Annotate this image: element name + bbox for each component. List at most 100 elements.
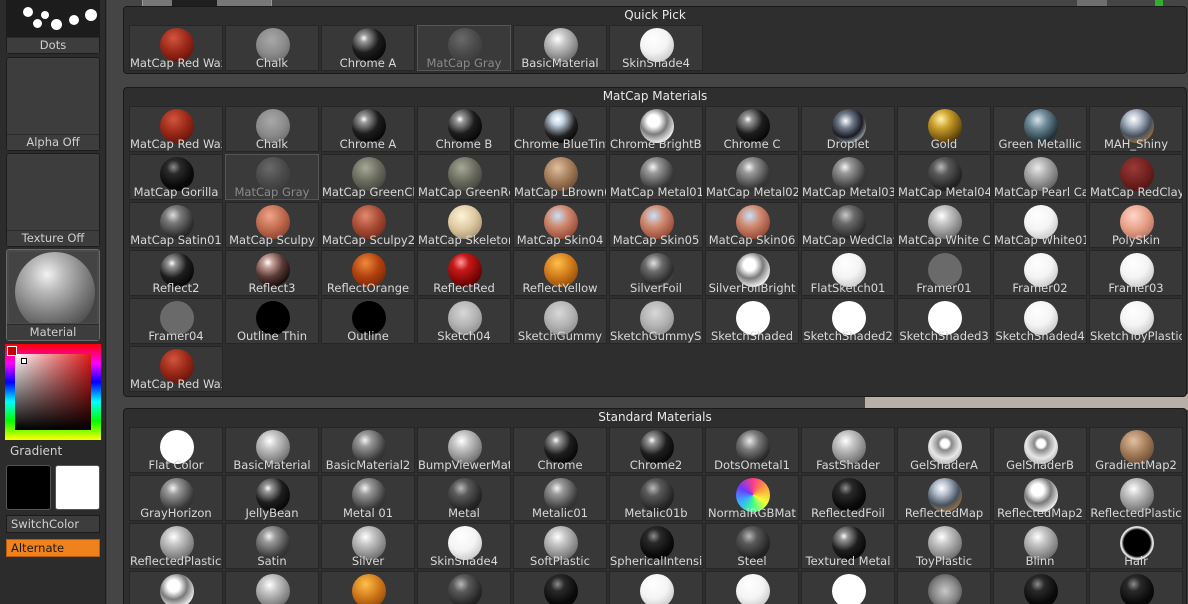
matcap-material-tile[interactable]: SilverFoilBright: [705, 250, 799, 296]
standard-material-tile[interactable]: Hair: [1089, 523, 1183, 569]
standard-material-tile[interactable]: Chrome2: [609, 427, 703, 473]
matcap-material-tile[interactable]: ReflectOrange: [321, 250, 415, 296]
standard-material-tile[interactable]: [513, 571, 607, 604]
matcap-material-tile[interactable]: MatCap Gorilla: [129, 154, 223, 200]
matcap-material-tile[interactable]: Chalk: [225, 106, 319, 152]
matcap-material-tile[interactable]: MatCap Metal02: [705, 154, 799, 200]
matcap-material-tile[interactable]: SketchToyPlastic: [1089, 298, 1183, 344]
matcap-material-tile[interactable]: Gold: [897, 106, 991, 152]
standard-material-tile[interactable]: Satin: [225, 523, 319, 569]
color-picker[interactable]: [5, 344, 101, 440]
standard-material-tile[interactable]: [993, 571, 1087, 604]
quick-pick-material-tile[interactable]: MatCap Gray: [417, 25, 511, 71]
standard-material-tile[interactable]: NormalRGBMat: [705, 475, 799, 521]
matcap-material-tile[interactable]: MAH_Shiny: [1089, 106, 1183, 152]
matcap-material-tile[interactable]: Framer04: [129, 298, 223, 344]
matcap-material-tile[interactable]: Outline Thin: [225, 298, 319, 344]
matcap-material-tile[interactable]: SketchGummy: [513, 298, 607, 344]
standard-material-tile[interactable]: BasicMaterial: [225, 427, 319, 473]
matcap-material-tile[interactable]: Reflect2: [129, 250, 223, 296]
matcap-material-tile[interactable]: Droplet: [801, 106, 895, 152]
standard-material-tile[interactable]: GrayHorizon: [129, 475, 223, 521]
standard-material-tile[interactable]: [1089, 571, 1183, 604]
matcap-material-tile[interactable]: MatCap RedClay: [1089, 154, 1183, 200]
standard-material-tile[interactable]: Blinn: [993, 523, 1087, 569]
quick-pick-material-tile[interactable]: BasicMaterial: [513, 25, 607, 71]
standard-material-tile[interactable]: ReflectedPlastic: [1089, 475, 1183, 521]
matcap-material-tile[interactable]: MatCap Skin05: [609, 202, 703, 248]
matcap-material-tile[interactable]: Chrome BrightBl: [609, 106, 703, 152]
material-button[interactable]: Material: [6, 249, 100, 341]
gradient-label[interactable]: Gradient: [10, 444, 62, 458]
main-color-swatch[interactable]: [6, 465, 51, 510]
standard-material-tile[interactable]: [129, 571, 223, 604]
matcap-material-tile[interactable]: Chrome A: [321, 106, 415, 152]
standard-material-tile[interactable]: SkinShade4: [417, 523, 511, 569]
standard-material-tile[interactable]: [225, 571, 319, 604]
matcap-material-tile[interactable]: FlatSketch01: [801, 250, 895, 296]
standard-material-tile[interactable]: FastShader: [801, 427, 895, 473]
matcap-material-tile[interactable]: Chrome BlueTint: [513, 106, 607, 152]
standard-material-tile[interactable]: [705, 571, 799, 604]
standard-material-tile[interactable]: BasicMaterial2: [321, 427, 415, 473]
matcap-material-tile[interactable]: MatCap Satin01: [129, 202, 223, 248]
standard-material-tile[interactable]: ReflectedMap2: [993, 475, 1087, 521]
matcap-material-tile[interactable]: Sketch04: [417, 298, 511, 344]
standard-material-tile[interactable]: Metalic01b: [609, 475, 703, 521]
matcap-material-tile[interactable]: MatCap Skin06: [705, 202, 799, 248]
matcap-material-tile[interactable]: MatCap Metal01: [609, 154, 703, 200]
matcap-material-tile[interactable]: MatCap Metal03: [801, 154, 895, 200]
switchcolor-button[interactable]: SwitchColor: [6, 515, 100, 533]
standard-material-tile[interactable]: ReflectedMap: [897, 475, 991, 521]
matcap-material-tile[interactable]: SketchShaded: [705, 298, 799, 344]
quick-pick-material-tile[interactable]: Chrome A: [321, 25, 415, 71]
matcap-material-tile[interactable]: Outline: [321, 298, 415, 344]
matcap-material-tile[interactable]: Chrome B: [417, 106, 511, 152]
secondary-color-swatch[interactable]: [55, 465, 100, 510]
matcap-material-tile[interactable]: Green Metallic: [993, 106, 1087, 152]
matcap-material-tile[interactable]: ReflectYellow: [513, 250, 607, 296]
matcap-material-tile[interactable]: Framer02: [993, 250, 1087, 296]
matcap-material-tile[interactable]: Reflect3: [225, 250, 319, 296]
standard-material-tile[interactable]: GelShaderB: [993, 427, 1087, 473]
standard-material-tile[interactable]: ToyPlastic: [897, 523, 991, 569]
standard-material-tile[interactable]: [417, 571, 511, 604]
matcap-material-tile[interactable]: MatCap GreenRc: [417, 154, 511, 200]
matcap-material-tile[interactable]: MatCap LBrown(: [513, 154, 607, 200]
standard-material-tile[interactable]: Steel: [705, 523, 799, 569]
standard-material-tile[interactable]: [897, 571, 991, 604]
matcap-material-tile[interactable]: MatCap Sculpy2: [321, 202, 415, 248]
standard-material-tile[interactable]: [321, 571, 415, 604]
matcap-material-tile[interactable]: MatCap WedClay: [801, 202, 895, 248]
standard-material-tile[interactable]: SoftPlastic: [513, 523, 607, 569]
standard-material-tile[interactable]: Flat Color: [129, 427, 223, 473]
matcap-material-tile[interactable]: MatCap Red Wax: [129, 346, 223, 392]
standard-material-tile[interactable]: BumpViewerMat: [417, 427, 511, 473]
standard-material-tile[interactable]: GradientMap2: [1089, 427, 1183, 473]
standard-material-tile[interactable]: [801, 571, 895, 604]
standard-material-tile[interactable]: Metal 01: [321, 475, 415, 521]
matcap-material-tile[interactable]: Framer01: [897, 250, 991, 296]
standard-material-tile[interactable]: Textured Metal: [801, 523, 895, 569]
standard-material-tile[interactable]: [609, 571, 703, 604]
matcap-material-tile[interactable]: ReflectRed: [417, 250, 511, 296]
standard-material-tile[interactable]: DotsOmetal1: [705, 427, 799, 473]
color-picker-marker[interactable]: [21, 358, 27, 364]
quick-pick-material-tile[interactable]: MatCap Red Wax: [129, 25, 223, 71]
standard-material-tile[interactable]: GelShaderA: [897, 427, 991, 473]
matcap-material-tile[interactable]: SketchShaded2: [801, 298, 895, 344]
stroke-dots-button[interactable]: Dots: [6, 0, 100, 54]
matcap-material-tile[interactable]: Chrome C: [705, 106, 799, 152]
matcap-material-tile[interactable]: SketchShaded3: [897, 298, 991, 344]
standard-material-tile[interactable]: Silver: [321, 523, 415, 569]
matcap-material-tile[interactable]: MatCap GreenCl: [321, 154, 415, 200]
matcap-material-tile[interactable]: PolySkin: [1089, 202, 1183, 248]
matcap-material-tile[interactable]: SketchShaded4: [993, 298, 1087, 344]
standard-material-tile[interactable]: ReflectedFoil: [801, 475, 895, 521]
standard-material-tile[interactable]: JellyBean: [225, 475, 319, 521]
alpha-off-button[interactable]: Alpha Off: [6, 57, 100, 151]
standard-material-tile[interactable]: Metal: [417, 475, 511, 521]
quick-pick-material-tile[interactable]: SkinShade4: [609, 25, 703, 71]
matcap-material-tile[interactable]: MatCap White01: [993, 202, 1087, 248]
matcap-material-tile[interactable]: SilverFoil: [609, 250, 703, 296]
